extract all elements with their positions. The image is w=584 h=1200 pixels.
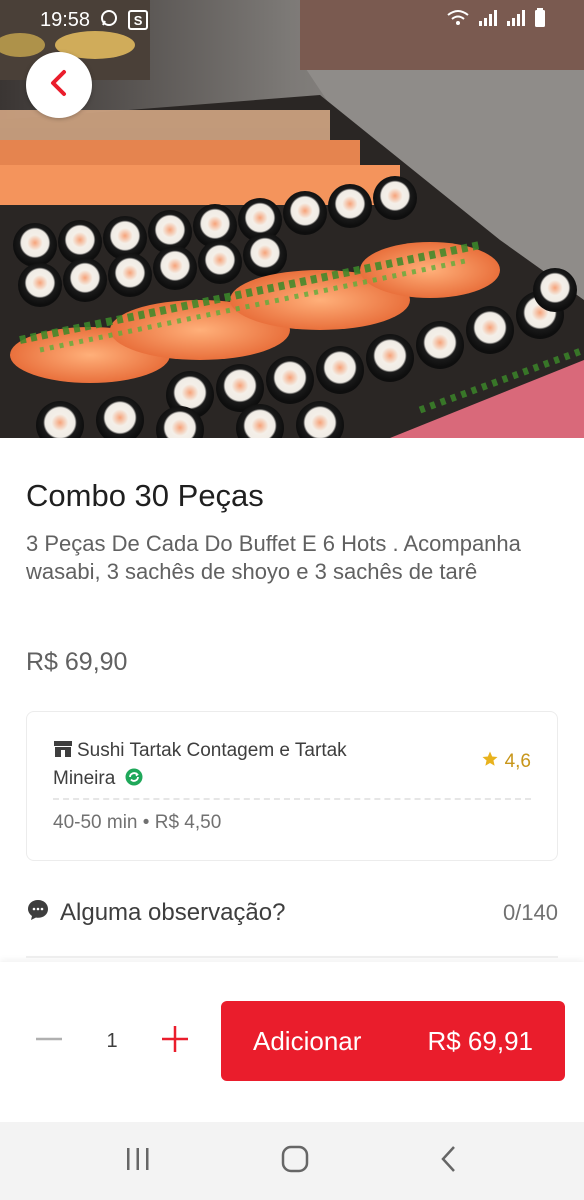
product-title: Combo 30 Peças bbox=[26, 478, 264, 513]
delivery-info: 40-50 min • R$ 4,50 bbox=[53, 812, 221, 834]
wifi-icon bbox=[446, 9, 470, 32]
increase-button[interactable] bbox=[160, 1024, 190, 1059]
battery-icon bbox=[534, 7, 546, 33]
divider bbox=[53, 798, 531, 800]
separator: • bbox=[142, 812, 150, 833]
observation-field[interactable]: Alguma observação? 0/140 bbox=[26, 898, 558, 927]
plus-icon bbox=[160, 1025, 190, 1058]
observation-input-line[interactable] bbox=[26, 956, 558, 958]
add-button-label: Adicionar bbox=[253, 1025, 362, 1056]
system-nav-bar bbox=[0, 1122, 584, 1200]
add-button-total: R$ 69,91 bbox=[427, 1025, 533, 1056]
decrease-button[interactable] bbox=[34, 1024, 64, 1059]
back-button[interactable] bbox=[26, 52, 92, 118]
store-name-row[interactable]: Sushi Tartak Contagem e Tartak Mineira bbox=[53, 738, 373, 794]
minus-icon bbox=[34, 1037, 64, 1058]
status-bar: 19:58 S bbox=[0, 0, 584, 40]
store-rating: 4,6 bbox=[481, 750, 531, 774]
home-icon bbox=[280, 1145, 310, 1178]
observation-char-count: 0/140 bbox=[502, 899, 558, 925]
system-back-button[interactable] bbox=[438, 1144, 460, 1179]
quantity-stepper[interactable]: 1 bbox=[34, 1012, 190, 1070]
back-arrow-icon bbox=[438, 1145, 460, 1178]
product-description: 3 Peças De Cada Do Buffet E 6 Hots . Aco… bbox=[26, 531, 521, 584]
home-button[interactable] bbox=[280, 1144, 310, 1179]
recent-apps-button[interactable] bbox=[124, 1146, 152, 1177]
chevron-left-icon bbox=[48, 69, 70, 102]
recent-apps-icon bbox=[124, 1147, 152, 1176]
observation-label: Alguma observação? bbox=[60, 898, 286, 926]
whatsapp-icon bbox=[100, 9, 118, 32]
store-icon bbox=[53, 740, 73, 766]
rating-value: 4,6 bbox=[504, 751, 531, 772]
signal-icon bbox=[478, 9, 498, 32]
store-card[interactable]: Sushi Tartak Contagem e Tartak Mineira 4… bbox=[26, 711, 558, 861]
app-badge-icon: S bbox=[128, 10, 149, 30]
store-name: Sushi Tartak Contagem e Tartak Mineira bbox=[53, 740, 347, 789]
quantity-value: 1 bbox=[106, 1029, 118, 1052]
product-price: R$ 69,90 bbox=[26, 648, 128, 676]
delivery-fee: R$ 4,50 bbox=[154, 812, 222, 833]
chat-bubble-icon bbox=[26, 898, 50, 927]
product-image bbox=[0, 0, 584, 438]
verified-icon bbox=[125, 768, 143, 794]
signal-icon bbox=[506, 9, 526, 32]
add-to-cart-button[interactable]: Adicionar R$ 69,91 bbox=[221, 1001, 565, 1081]
star-icon bbox=[481, 750, 499, 774]
delivery-time: 40-50 min bbox=[53, 812, 138, 833]
status-time: 19:58 bbox=[40, 8, 91, 31]
